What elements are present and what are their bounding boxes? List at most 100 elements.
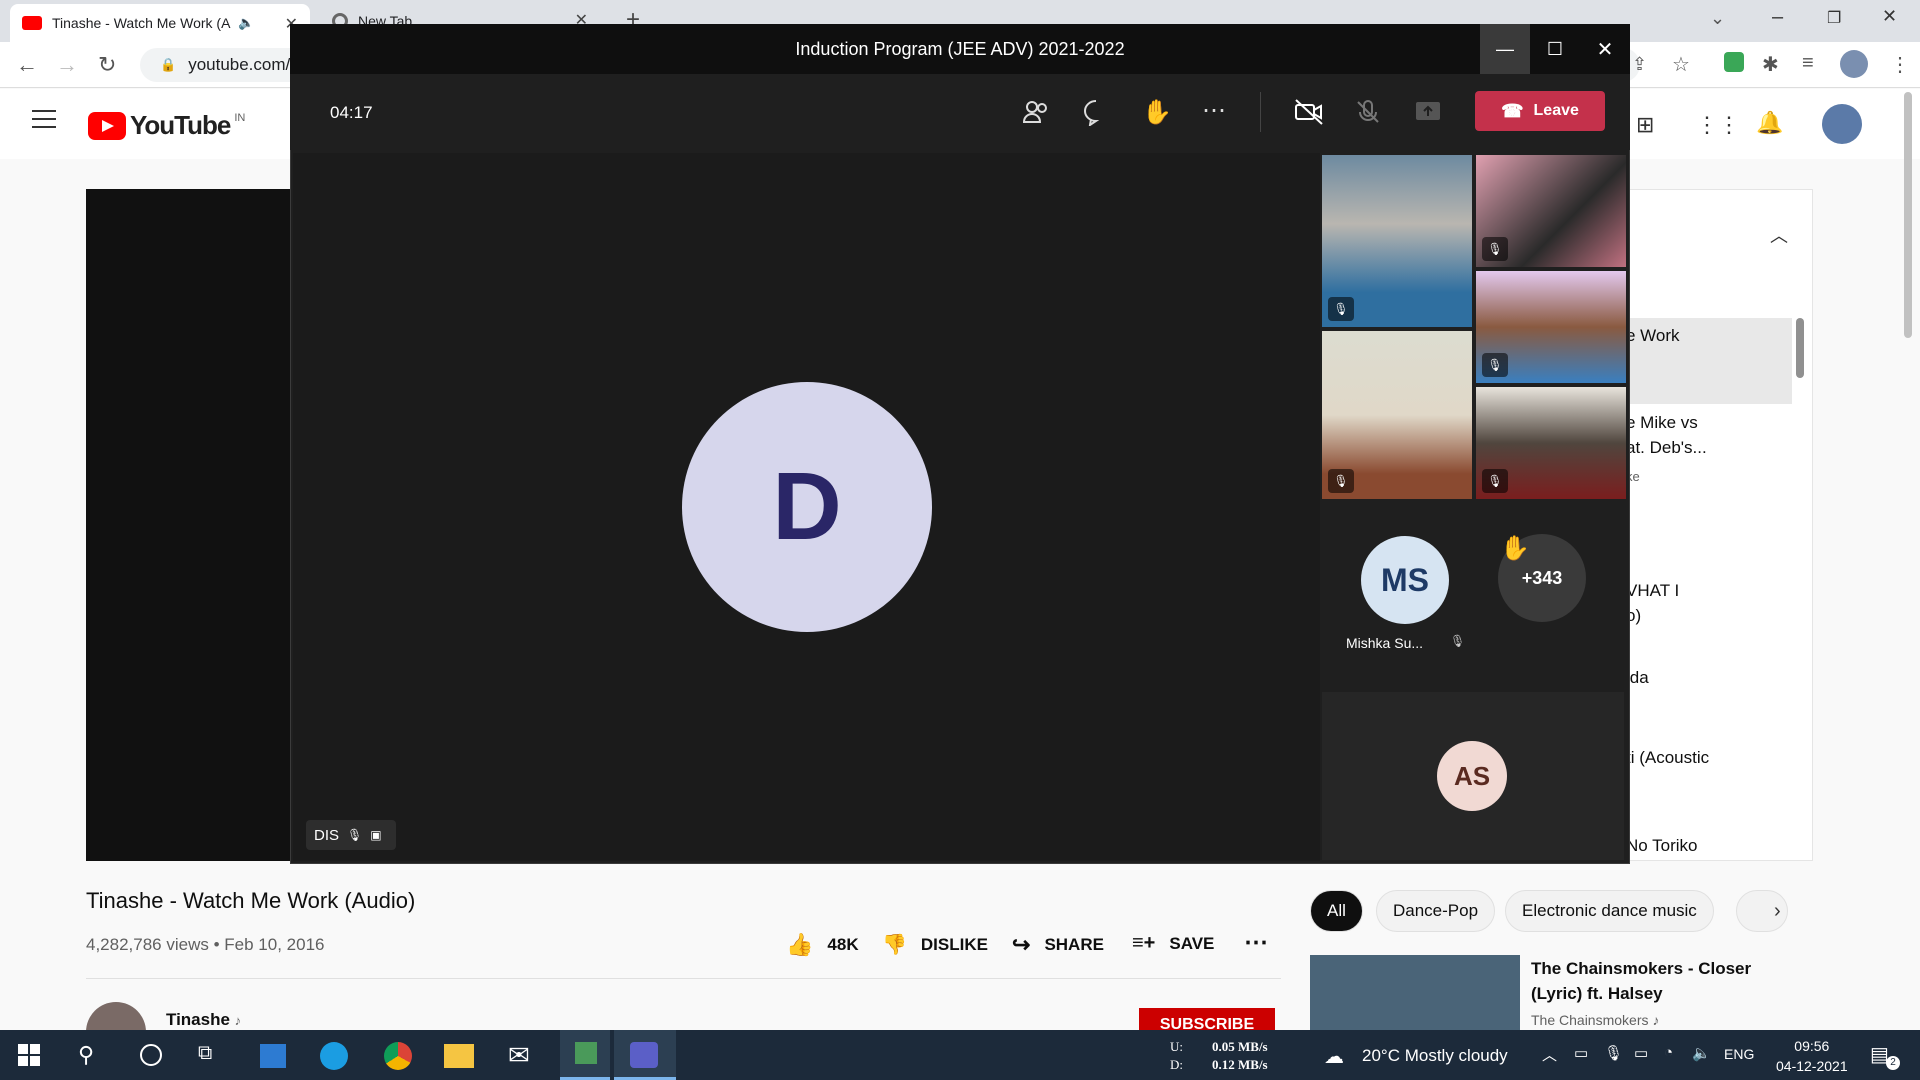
- screen-share-indicator-icon: ▣: [370, 828, 382, 842]
- reactions-hand-icon[interactable]: ✋: [1142, 98, 1172, 127]
- windows-start-icon[interactable]: [18, 1044, 40, 1066]
- presenter-name: DIS: [314, 826, 340, 844]
- apps-grid-icon[interactable]: ⋮⋮: [1696, 112, 1740, 138]
- raised-hand-icon: ✋: [1500, 535, 1530, 562]
- meeting-title: Induction Program (JEE ADV) 2021-2022: [795, 38, 1125, 59]
- share-screen-icon[interactable]: [1414, 100, 1442, 124]
- collapse-chevron-icon[interactable]: ︿: [1770, 222, 1788, 248]
- mail-icon[interactable]: ✉: [508, 1040, 530, 1071]
- muted-mic-icon: 🎙: [1450, 634, 1466, 648]
- file-explorer-icon[interactable]: [444, 1044, 474, 1068]
- more-actions-icon[interactable]: ⋯: [1244, 928, 1268, 957]
- chrome-taskbar-icon[interactable]: [384, 1042, 412, 1070]
- chrome-menu-icon[interactable]: ⋮: [1890, 52, 1910, 77]
- reading-list-icon[interactable]: ≡: [1802, 52, 1814, 75]
- participant-name: Mishka Su...: [1346, 635, 1424, 651]
- main-speaker-avatar: D: [682, 382, 932, 632]
- teams-minimize-icon[interactable]: —: [1480, 24, 1530, 74]
- meet-now-icon[interactable]: ▭: [1574, 1044, 1588, 1062]
- chevron-right-icon[interactable]: ›: [1774, 900, 1781, 923]
- account-avatar[interactable]: [1822, 104, 1862, 144]
- back-icon[interactable]: ←: [16, 52, 38, 78]
- mic-off-icon[interactable]: [1354, 98, 1382, 126]
- more-options-icon[interactable]: ⋯: [1202, 96, 1226, 125]
- chat-icon[interactable]: [1082, 98, 1110, 126]
- store-icon[interactable]: [260, 1044, 286, 1068]
- task-view-icon[interactable]: ⧉: [198, 1042, 212, 1065]
- camera-off-icon[interactable]: [1294, 98, 1324, 126]
- recommendation-channel: The Chainsmokers ♪: [1531, 1012, 1660, 1028]
- share-icon[interactable]: ⇪: [1632, 54, 1647, 75]
- participant-video-tile[interactable]: 🎙: [1322, 155, 1472, 327]
- restore-window-icon[interactable]: ❐: [1827, 8, 1841, 28]
- youtube-logo[interactable]: YouTube IN: [88, 110, 245, 141]
- share-button[interactable]: ↪ SHARE: [1012, 932, 1104, 958]
- playlist-item-text: e Work: [1626, 326, 1680, 345]
- cortana-icon[interactable]: [140, 1044, 162, 1066]
- thumbs-up-icon: 👍: [786, 932, 814, 957]
- notifications-bell-icon[interactable]: 🔔: [1756, 110, 1783, 136]
- like-button[interactable]: 👍 48K: [786, 932, 859, 958]
- edge-icon[interactable]: [320, 1042, 348, 1070]
- phone-hangup-icon: ☎: [1501, 100, 1524, 121]
- bookmark-star-icon[interactable]: ☆: [1672, 52, 1690, 77]
- extensions-puzzle-icon[interactable]: ✱: [1762, 52, 1779, 77]
- participant-video-tile[interactable]: 🎙: [1476, 271, 1626, 383]
- chevron-up-icon[interactable]: ︿: [1542, 1044, 1557, 1065]
- clock[interactable]: 09:56 04-12-2021: [1776, 1036, 1848, 1076]
- participant-video-tile[interactable]: 🎙: [1322, 331, 1472, 499]
- profile-avatar[interactable]: [1840, 50, 1868, 78]
- language-indicator[interactable]: ENG: [1724, 1046, 1754, 1062]
- page-scrollbar[interactable]: [1904, 92, 1912, 338]
- save-button[interactable]: ≡+ SAVE: [1132, 932, 1214, 955]
- channel-name[interactable]: Tinashe ♪: [166, 1010, 241, 1030]
- teams-close-icon[interactable]: ✕: [1580, 24, 1630, 74]
- chip-electronic-dance-music[interactable]: Electronic dance music: [1505, 890, 1714, 932]
- subscribe-button[interactable]: SUBSCRIBE: [1139, 1008, 1275, 1030]
- tab-search-icon[interactable]: ⌄: [1710, 8, 1725, 29]
- forward-icon[interactable]: →: [56, 52, 78, 78]
- recommendation-thumbnail[interactable]: [1310, 955, 1520, 1030]
- app-tool-icon: [575, 1042, 597, 1064]
- url-text: youtube.com/: [188, 55, 291, 74]
- playlist-item-text: at. Deb's...: [1626, 438, 1707, 457]
- reload-icon[interactable]: ↻: [98, 52, 116, 78]
- network-speed-labels: U: D:: [1170, 1038, 1183, 1074]
- recommendation-title[interactable]: The Chainsmokers - Closer (Lyric) ft. Ha…: [1531, 956, 1801, 1006]
- video-meta: 4,282,786 views • Feb 10, 2016: [86, 935, 324, 955]
- volume-icon[interactable]: 🔈: [1692, 1044, 1711, 1062]
- battery-icon[interactable]: ▭: [1634, 1044, 1648, 1062]
- participant-video-tile[interactable]: 🎙: [1476, 155, 1626, 267]
- youtube-favicon-icon: [22, 16, 42, 30]
- extension-shield-icon[interactable]: [1724, 52, 1744, 72]
- chip-all[interactable]: All: [1310, 890, 1363, 932]
- close-window-icon[interactable]: ✕: [1882, 6, 1897, 27]
- microphone-icon[interactable]: 🎙: [1604, 1044, 1623, 1062]
- tab-youtube[interactable]: Tinashe - Watch Me Work (A 🔈 ✕: [10, 4, 310, 42]
- wifi-icon[interactable]: ◔: [1664, 1044, 1673, 1061]
- participants-icon[interactable]: [1022, 98, 1050, 126]
- dislike-button[interactable]: 👎 DISLIKE: [882, 932, 988, 957]
- participant-avatar-ms[interactable]: MS: [1361, 536, 1449, 624]
- create-video-icon[interactable]: ⊞: [1636, 112, 1654, 138]
- chip-dance-pop[interactable]: Dance-Pop: [1376, 890, 1496, 932]
- leave-button[interactable]: ☎ Leave: [1475, 91, 1605, 131]
- weather-text[interactable]: 20°C Mostly cloudy: [1362, 1046, 1508, 1066]
- youtube-logo-text: YouTube: [130, 110, 231, 140]
- clock-time: 09:56: [1794, 1038, 1830, 1054]
- playlist-item-text: ti (Acoustic: [1626, 748, 1710, 767]
- teams-maximize-icon[interactable]: ☐: [1530, 24, 1580, 74]
- participant-video-tile[interactable]: 🎙: [1476, 387, 1626, 499]
- network-speed: 0.05 MB/s 0.12 MB/s: [1212, 1038, 1268, 1074]
- muted-mic-icon: 🎙: [347, 828, 363, 842]
- save-label: SAVE: [1169, 933, 1215, 953]
- search-icon[interactable]: ⚲: [78, 1042, 94, 1068]
- divider: [86, 978, 1281, 979]
- muted-mic-icon: 🎙: [1328, 297, 1354, 321]
- minimize-window-icon[interactable]: –: [1772, 6, 1783, 29]
- panel-scrollbar[interactable]: [1796, 318, 1804, 378]
- hamburger-menu-icon[interactable]: [32, 110, 56, 128]
- youtube-play-icon: [88, 111, 126, 140]
- divider: [1260, 92, 1261, 132]
- video-player[interactable]: [86, 189, 306, 861]
